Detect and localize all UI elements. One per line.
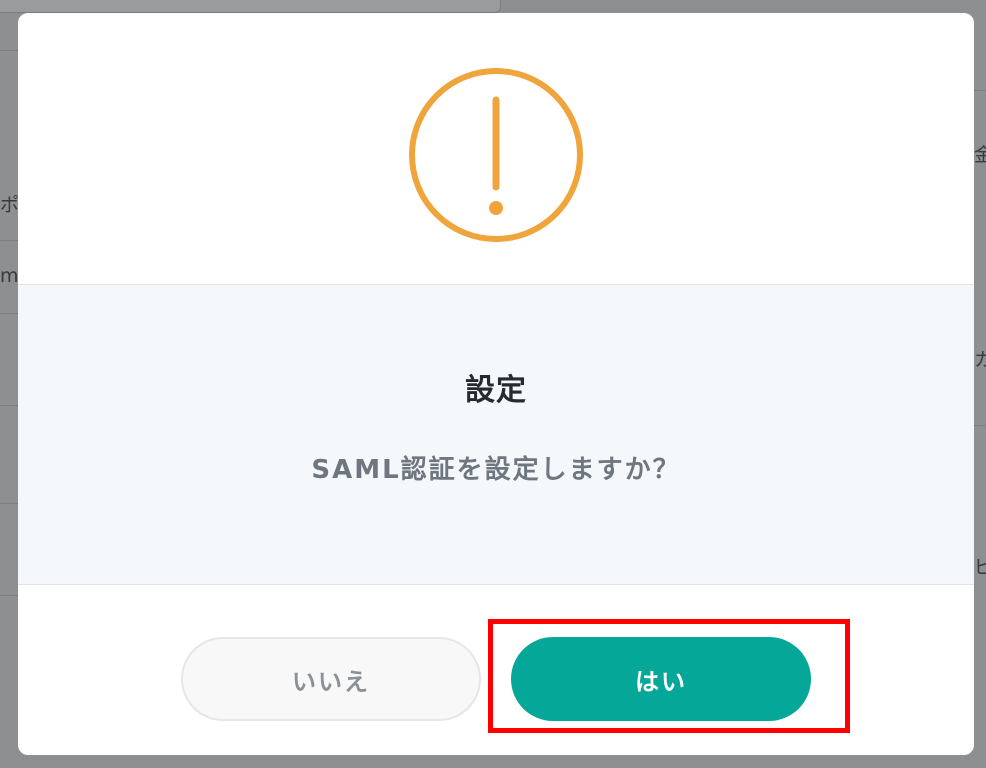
yes-button[interactable]: はい: [511, 637, 811, 721]
background-text-fragment: ビ: [974, 556, 986, 578]
background-text-fragment: 金: [974, 144, 986, 166]
dialog-title: 設定: [465, 373, 527, 408]
background-top-bar: [0, 0, 501, 13]
background-divider: [974, 425, 986, 426]
background-divider: [0, 503, 20, 504]
dialog-icon-area: [18, 13, 974, 284]
background-divider: [0, 595, 20, 596]
background-divider: [0, 240, 20, 241]
background-divider: [974, 90, 986, 91]
background-divider: [0, 313, 20, 314]
background-text-fragment: ポ: [0, 194, 20, 216]
no-button[interactable]: いいえ: [181, 637, 481, 721]
background-divider: [0, 50, 20, 51]
confirm-dialog: 設定 SAML認証を設定しますか？ いいえ はい: [18, 13, 974, 755]
dialog-message: SAML認証を設定しますか？: [311, 455, 681, 485]
background-text-fragment: カ: [974, 349, 986, 371]
dialog-body: 設定 SAML認証を設定しますか？: [18, 284, 974, 585]
background-divider: [0, 405, 20, 406]
exclamation-circle-icon: [409, 68, 583, 242]
background-text-fragment: m: [0, 265, 19, 287]
